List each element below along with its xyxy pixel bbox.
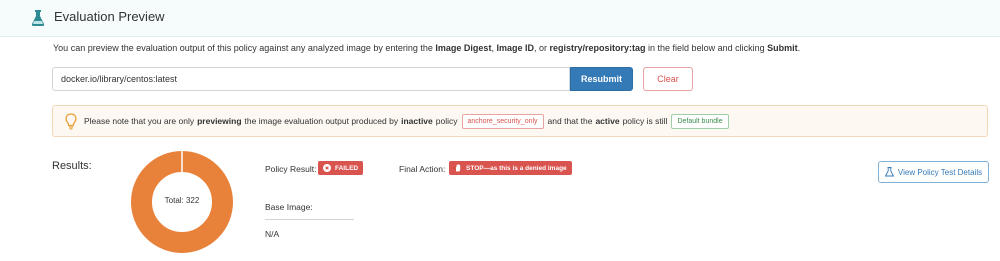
page-title: Evaluation Preview [54, 9, 165, 24]
flask-icon [31, 10, 45, 26]
intro-text: You can preview the evaluation output of… [53, 43, 801, 53]
resubmit-button[interactable]: Resubmit [570, 67, 633, 91]
lightbulb-icon [65, 113, 77, 130]
policy-tag: anchore_security_only [461, 113, 544, 129]
policy-result-label: Policy Result: [265, 164, 317, 174]
base-image-label: Base Image: [265, 202, 313, 212]
base-image-divider [265, 219, 354, 220]
final-action-badge: STOP—as this is a denied image [449, 161, 572, 175]
times-circle-icon [323, 164, 331, 172]
clear-button[interactable]: Clear [643, 67, 693, 91]
policy-result-badge: FAILED [318, 161, 364, 175]
flask-icon [884, 167, 894, 177]
notice-text: Please note that you are only previewing… [84, 106, 733, 136]
final-action-label: Final Action: [399, 164, 446, 174]
results-label: Results: [52, 160, 92, 172]
view-policy-test-details-button[interactable]: View Policy Test Details [878, 161, 989, 183]
hand-stop-icon [456, 164, 461, 172]
preview-notice: Please note that you are only previewing… [52, 105, 988, 137]
donut-total: Total: 322 [164, 196, 200, 205]
base-image-value: N/A [265, 229, 280, 239]
bundle-tag: Default bundle [671, 113, 729, 129]
page-header: Evaluation Preview [0, 0, 1000, 37]
image-search-input[interactable] [52, 67, 570, 91]
